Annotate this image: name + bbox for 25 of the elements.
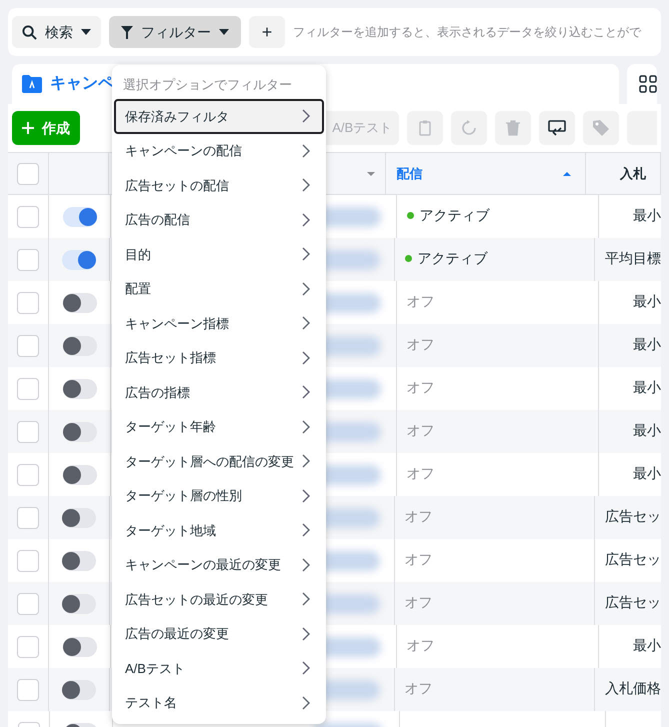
menu-heading: 選択オプションでフィルター — [122, 76, 293, 94]
delivery-status: アクティブ — [418, 249, 488, 268]
delivery-status: オフ — [404, 593, 433, 612]
delivery-status: オフ — [406, 636, 435, 655]
delivery-status: オフ — [404, 679, 433, 698]
bid-strategy-text: 入札価格 — [604, 680, 661, 696]
bid-strategy-text: 最小 — [633, 336, 661, 352]
delivery-status: オフ — [404, 507, 433, 526]
delivery-status: オフ — [406, 464, 435, 483]
bid-strategy-text: 最小 — [633, 637, 661, 653]
delivery-status: オフ — [406, 421, 435, 440]
bid-strategy-text: 広告セッ — [604, 551, 661, 567]
bid-strategy-text: 最小 — [633, 207, 661, 223]
delivery-status: アクティブ — [420, 206, 490, 225]
bid-strategy-text: 最小 — [633, 293, 661, 309]
bid-strategy-text: 広告セッ — [604, 508, 661, 524]
bid-strategy-text: 最小 — [633, 379, 661, 395]
delivery-status: オフ — [406, 335, 435, 354]
delivery-status: オフ — [404, 550, 433, 569]
bid-strategy-text: 広告セッ — [604, 594, 661, 610]
delivery-status: オフ — [406, 378, 435, 397]
bid-strategy-text: 平均目標 — [604, 250, 661, 266]
delivery-status: オフ — [406, 292, 435, 311]
bid-strategy-text: 最小 — [633, 422, 661, 438]
bid-strategy-text: 最小 — [633, 465, 661, 481]
